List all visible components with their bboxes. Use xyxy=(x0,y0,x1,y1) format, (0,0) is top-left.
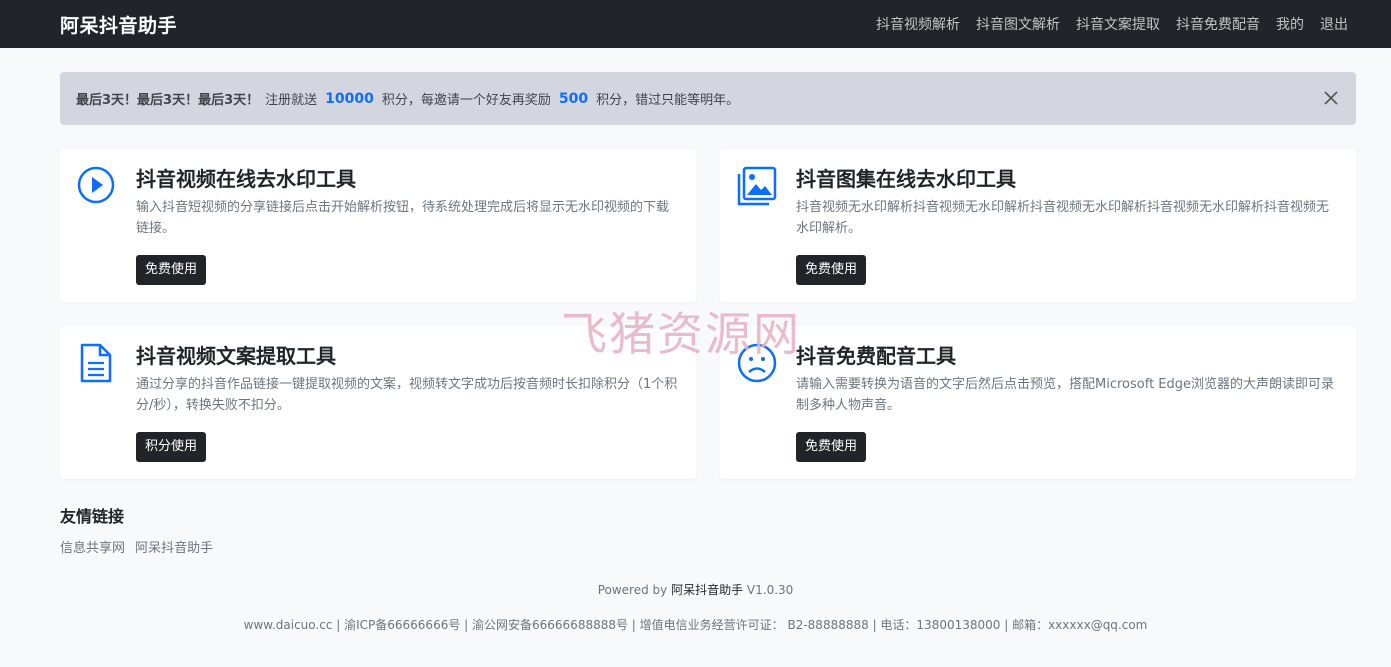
nav-free-dubbing[interactable]: 抖音免费配音 xyxy=(1176,14,1260,34)
powered-by: Powered by 阿呆抖音助手 V1.0.30 xyxy=(0,581,1391,598)
alert-text-3: 积分，错过只能等明年。 xyxy=(596,93,740,108)
promo-alert: 最后3天！最后3天！最后3天！ 注册就送 10000 积分，每邀请一个好友再奖励… xyxy=(60,72,1356,125)
frown-face-icon xyxy=(737,343,777,383)
friend-links-title: 友情链接 xyxy=(60,507,125,526)
nav-my[interactable]: 我的 xyxy=(1276,14,1304,34)
use-points-button[interactable]: 积分使用 xyxy=(136,432,207,462)
card-title: 抖音免费配音工具 xyxy=(796,344,956,368)
copyright-info: www.daicuo.cc | 渝ICP备66666666号 | 渝公网安备66… xyxy=(243,618,1148,632)
powered-prefix: Powered by xyxy=(597,583,668,597)
use-free-button[interactable]: 免费使用 xyxy=(136,255,207,285)
card-description: 请输入需要转换为语音的文字后然后点击预览，搭配Microsoft Edge浏览器… xyxy=(796,377,1335,413)
main-nav: 抖音视频解析 抖音图文解析 抖音文案提取 抖音免费配音 我的 退出 xyxy=(876,14,1348,34)
alert-text-1: 注册就送 xyxy=(265,93,318,108)
alert-number-1: 10000 xyxy=(325,90,374,107)
card-text-extract: 抖音视频文案提取工具 通过分享的抖音作品链接一键提取视频的文案，视频转文字成功后… xyxy=(60,326,696,479)
card-image-watermark: 抖音图集在线去水印工具 抖音视频无水印解析抖音视频无水印解析抖音视频无水印解析抖… xyxy=(720,149,1356,302)
card-description: 通过分享的抖音作品链接一键提取视频的文案，视频转文字成功后按音频时长扣除积分（1… xyxy=(136,377,678,413)
card-title: 抖音图集在线去水印工具 xyxy=(796,167,1016,191)
friend-link[interactable]: 阿呆抖音助手 xyxy=(135,541,213,556)
card-title: 抖音视频在线去水印工具 xyxy=(136,167,356,191)
card-description: 输入抖音短视频的分享链接后点击开始解析按钮，待系统处理完成后将显示无水印视频的下… xyxy=(136,200,670,236)
brand-logo[interactable]: 阿呆抖音助手 xyxy=(60,11,177,38)
images-icon xyxy=(737,166,777,206)
card-video-watermark: 抖音视频在线去水印工具 输入抖音短视频的分享链接后点击开始解析按钮，待系统处理完… xyxy=(60,149,696,302)
nav-image-parse[interactable]: 抖音图文解析 xyxy=(976,14,1060,34)
nav-video-parse[interactable]: 抖音视频解析 xyxy=(876,14,960,34)
use-free-button[interactable]: 免费使用 xyxy=(796,432,867,462)
navbar: 阿呆抖音助手 抖音视频解析 抖音图文解析 抖音文案提取 抖音免费配音 我的 退出 xyxy=(0,0,1391,48)
nav-text-extract[interactable]: 抖音文案提取 xyxy=(1076,14,1160,34)
alert-text-2: 积分，每邀请一个好友再奖励 xyxy=(381,93,551,108)
friend-links: 友情链接 信息共享网 阿呆抖音助手 xyxy=(0,479,1391,556)
card-title: 抖音视频文案提取工具 xyxy=(136,344,336,368)
alert-number-2: 500 xyxy=(558,90,589,107)
powered-link[interactable]: 阿呆抖音助手 xyxy=(671,583,743,597)
footer: Powered by 阿呆抖音助手 V1.0.30 www.daicuo.cc … xyxy=(0,581,1391,633)
alert-bold-text: 最后3天！最后3天！最后3天！ xyxy=(76,93,260,108)
document-icon xyxy=(80,343,112,383)
card-description: 抖音视频无水印解析抖音视频无水印解析抖音视频无水印解析抖音视频无水印解析抖音视频… xyxy=(796,200,1330,236)
nav-logout[interactable]: 退出 xyxy=(1320,14,1348,34)
friend-link[interactable]: 信息共享网 xyxy=(60,541,125,556)
use-free-button[interactable]: 免费使用 xyxy=(796,255,867,285)
card-free-dubbing: 抖音免费配音工具 请输入需要转换为语音的文字后然后点击预览，搭配Microsof… xyxy=(720,326,1356,479)
close-icon[interactable] xyxy=(1320,87,1342,109)
play-circle-icon xyxy=(77,166,115,204)
version-label: V1.0.30 xyxy=(746,583,794,597)
